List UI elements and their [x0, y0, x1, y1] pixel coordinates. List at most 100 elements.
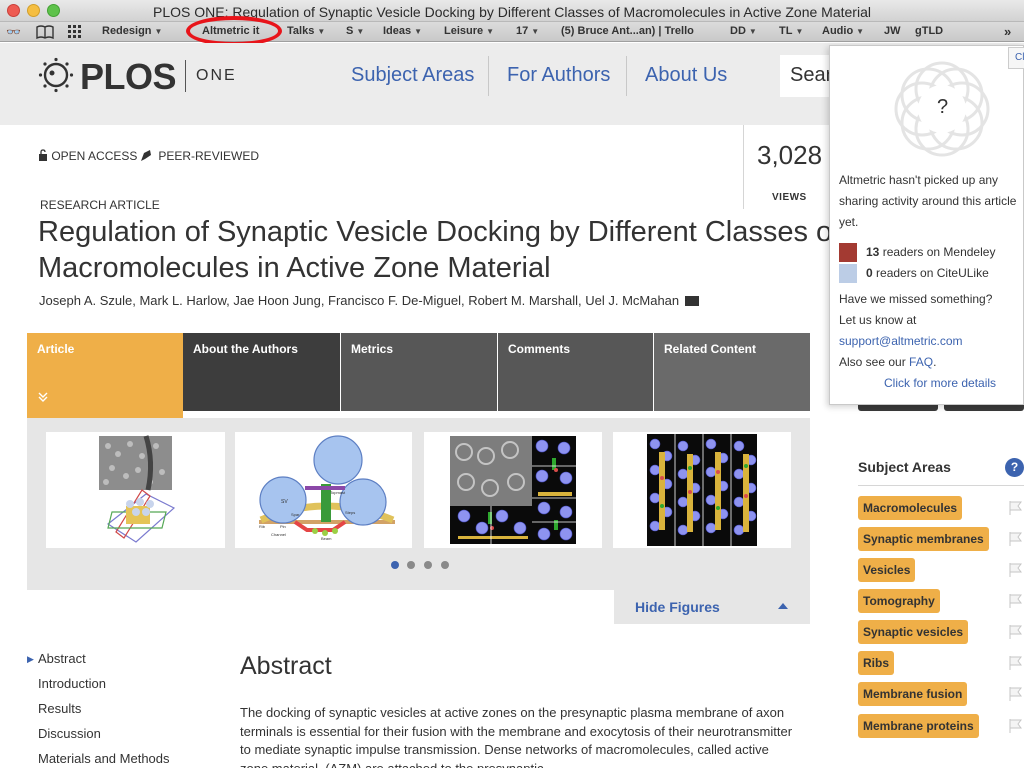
article-title: Regulation of Synaptic Vesicle Docking b… [38, 216, 833, 284]
subject-tag-ribs[interactable]: Ribs [858, 651, 895, 675]
bookmark-s[interactable]: S ▼ [346, 25, 364, 37]
flag-icon[interactable] [1008, 531, 1024, 547]
window-title: PLOS ONE: Regulation of Synaptic Vesicle… [153, 4, 871, 20]
flag-icon[interactable] [1008, 500, 1024, 516]
flag-icon[interactable] [1008, 624, 1024, 640]
tab-related-content[interactable]: Related Content [654, 333, 810, 411]
peer-reviewed-icon [141, 150, 151, 161]
altmetric-message: Altmetric hasn't picked up any sharing a… [839, 173, 1017, 229]
more-details-link[interactable]: Click for more details [884, 376, 996, 390]
bookmarks-overflow-button[interactable]: » [1004, 24, 1011, 39]
bookmark-talks[interactable]: Talks ▼ [287, 25, 325, 37]
subject-areas-heading: Subject Areas [858, 459, 951, 475]
bookmarks-book-icon[interactable] [36, 25, 54, 42]
plos-one-label[interactable]: ONE [196, 67, 237, 85]
also-see-text: Also see our FAQ. [839, 355, 937, 369]
nav-about-us[interactable]: About Us [645, 64, 727, 87]
author-names[interactable]: Joseph A. Szule, Mark L. Harlow, Jae Hoo… [39, 293, 679, 308]
figure-thumbnail-2[interactable]: SV Topmast Steps Spar Pin Beam Channel R… [235, 432, 412, 548]
nav-divider [626, 56, 627, 96]
toc-item-introduction[interactable]: Introduction [38, 676, 106, 691]
altmetric-score: ? [937, 96, 949, 118]
figure-label: Topmast [330, 490, 346, 495]
toc-item-results[interactable]: Results [38, 701, 81, 716]
nav-for-authors[interactable]: For Authors [507, 64, 610, 87]
mendeley-swatch [839, 243, 857, 262]
bookmark-audio[interactable]: Audio ▼ [822, 25, 864, 37]
subject-tag-vesicles[interactable]: Vesicles [858, 558, 916, 582]
toc-item-materials-and-methods[interactable]: Materials and Methods [38, 751, 170, 766]
author-list: Joseph A. Szule, Mark L. Harlow, Jae Hoo… [39, 293, 700, 308]
bookmark-redesign[interactable]: Redesign ▼ [102, 25, 162, 37]
popup-close-button[interactable]: Cl [1008, 47, 1024, 69]
subject-tag-membrane-proteins[interactable]: Membrane proteins [858, 714, 979, 738]
figure-label: SV [281, 499, 288, 505]
open-access-badge: OPEN ACCESS [38, 149, 137, 163]
tab-article[interactable]: Article [27, 333, 183, 418]
plos-logo-icon[interactable] [38, 57, 74, 93]
figure-label: Channel [271, 532, 286, 537]
figure-label: Steps [345, 510, 355, 515]
toc-item-abstract[interactable]: Abstract [38, 651, 86, 666]
figure-label: Spar [291, 512, 300, 517]
bookmark-tl[interactable]: TL ▼ [779, 25, 803, 37]
plos-logo-wordmark[interactable]: PLOS [80, 56, 177, 98]
unlock-icon [39, 149, 47, 161]
missed-something-text: Have we missed something? [839, 292, 993, 306]
carousel-dot-3[interactable] [424, 561, 432, 569]
peer-reviewed-badge: PEER-REVIEWED [140, 149, 259, 163]
window-titlebar: PLOS ONE: Regulation of Synaptic Vesicle… [0, 0, 1024, 22]
help-icon[interactable]: ? [1005, 458, 1024, 477]
bookmark-jw[interactable]: JW [884, 25, 901, 37]
faq-link[interactable]: FAQ [909, 355, 933, 369]
article-type-label: RESEARCH ARTICLE [40, 198, 160, 212]
email-icon[interactable] [685, 296, 700, 306]
nav-subject-areas[interactable]: Subject Areas [351, 64, 474, 87]
subject-tag-tomography[interactable]: Tomography [858, 589, 940, 613]
search-placeholder: Sear [790, 64, 833, 86]
tab-comments[interactable]: Comments [498, 333, 653, 411]
tab-about-the-authors[interactable]: About the Authors [183, 333, 340, 411]
figure-thumbnail-1[interactable] [46, 432, 225, 548]
carousel-dot-4[interactable] [441, 561, 449, 569]
flag-icon[interactable] [1008, 718, 1024, 734]
flag-icon[interactable] [1008, 655, 1024, 671]
figure-thumbnail-4[interactable] [613, 432, 791, 548]
views-count[interactable]: 3,028 [757, 140, 822, 171]
reading-list-icon[interactable]: 👓 [6, 25, 21, 39]
mendeley-readers: 13 readers on Mendeley [866, 245, 996, 259]
divider [858, 485, 1024, 486]
abstract-text: The docking of synaptic vesicles at acti… [240, 705, 793, 768]
subject-tag-membrane-fusion[interactable]: Membrane fusion [858, 682, 968, 706]
hide-figures-label[interactable]: Hide Figures [635, 599, 720, 615]
subject-tag-synaptic-vesicles[interactable]: Synaptic vesicles [858, 620, 969, 644]
bookmarks-bar: 👓 Redesign ▼ Altmetric it Talks ▼ S ▼ Ideas… [0, 22, 1024, 42]
flag-icon[interactable] [1008, 593, 1024, 609]
logo-divider [185, 60, 186, 92]
subject-tag-macromolecules[interactable]: Macromolecules [858, 496, 963, 520]
toc-item-discussion[interactable]: Discussion [38, 726, 101, 741]
flag-icon[interactable] [1008, 562, 1024, 578]
citeulike-swatch [839, 264, 857, 283]
bookmark-17[interactable]: 17 ▼ [516, 25, 539, 37]
carousel-dot-2[interactable] [407, 561, 415, 569]
bookmark-leisure[interactable]: Leisure ▼ [444, 25, 494, 37]
subject-tag-synaptic-membranes[interactable]: Synaptic membranes [858, 527, 989, 551]
tab-metrics[interactable]: Metrics [341, 333, 497, 411]
flag-icon[interactable] [1008, 686, 1024, 702]
toc-active-indicator-icon: ▶ [27, 654, 34, 664]
views-label: VIEWS [772, 192, 807, 203]
figure-label: Pin [280, 524, 286, 529]
bookmark-trello[interactable]: (5) Bruce Ant...an) | Trello [561, 25, 694, 37]
bookmark-ideas[interactable]: Ideas ▼ [383, 25, 422, 37]
support-email-link[interactable]: support@altmetric.com [839, 331, 963, 352]
top-sites-grid-icon[interactable] [68, 25, 82, 42]
figure-thumbnail-3[interactable] [424, 432, 602, 548]
bookmark-dd[interactable]: DD ▼ [730, 25, 757, 37]
chevron-down-icon [38, 392, 48, 405]
caret-up-icon[interactable] [778, 603, 788, 609]
citeulike-readers: 0 readers on CiteULike [866, 266, 989, 280]
bookmark-gtld[interactable]: gTLD [915, 25, 943, 37]
carousel-dot-1[interactable] [391, 561, 399, 569]
abstract-heading: Abstract [240, 652, 332, 680]
